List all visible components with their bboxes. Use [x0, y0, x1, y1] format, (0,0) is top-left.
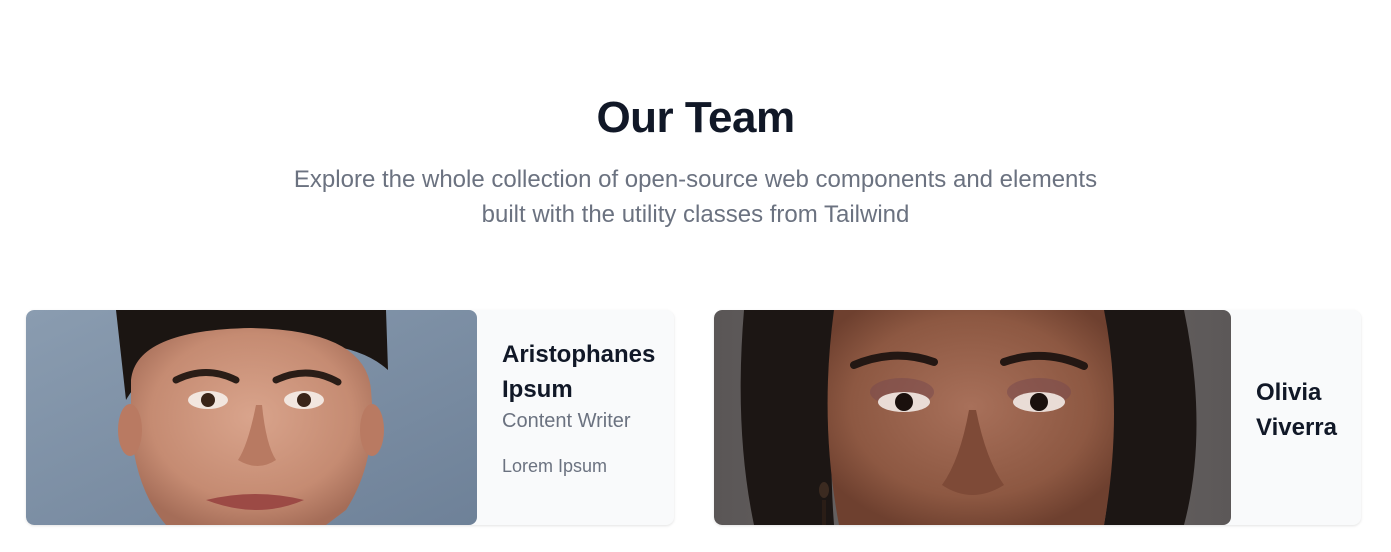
member-name-line-2: Viverra — [1256, 414, 1337, 441]
member-photo[interactable] — [26, 310, 477, 525]
member-description: Lorem Ipsum — [502, 456, 608, 476]
member-name[interactable]: Olivia Viverra — [1256, 375, 1337, 445]
member-info: Olivia Viverra — [1256, 310, 1356, 525]
section-title: Our Team — [596, 93, 795, 142]
member-photo[interactable] — [714, 310, 1231, 525]
member-info: Aristophanes Ipsum Content Writer Lorem … — [502, 310, 662, 525]
member-name-line-1: Olivia — [1256, 379, 1322, 406]
subtitle-line-2: built with the utility classes from Tail… — [481, 201, 910, 228]
member-name-line-1: Aristophanes — [502, 341, 656, 368]
member-name-line-2: Ipsum — [502, 376, 573, 403]
team-member-card: Aristophanes Ipsum Content Writer Lorem … — [26, 310, 674, 525]
subtitle-line-1: Explore the whole collection of open-sou… — [293, 166, 1098, 193]
team-member-card: Olivia Viverra — [714, 310, 1361, 525]
section-subtitle: Explore the whole collection of open-sou… — [0, 162, 1391, 232]
member-name[interactable]: Aristophanes Ipsum — [502, 337, 655, 407]
member-role: Content Writer — [502, 410, 631, 432]
team-section: Our Team Explore the whole collection of… — [0, 0, 1391, 552]
